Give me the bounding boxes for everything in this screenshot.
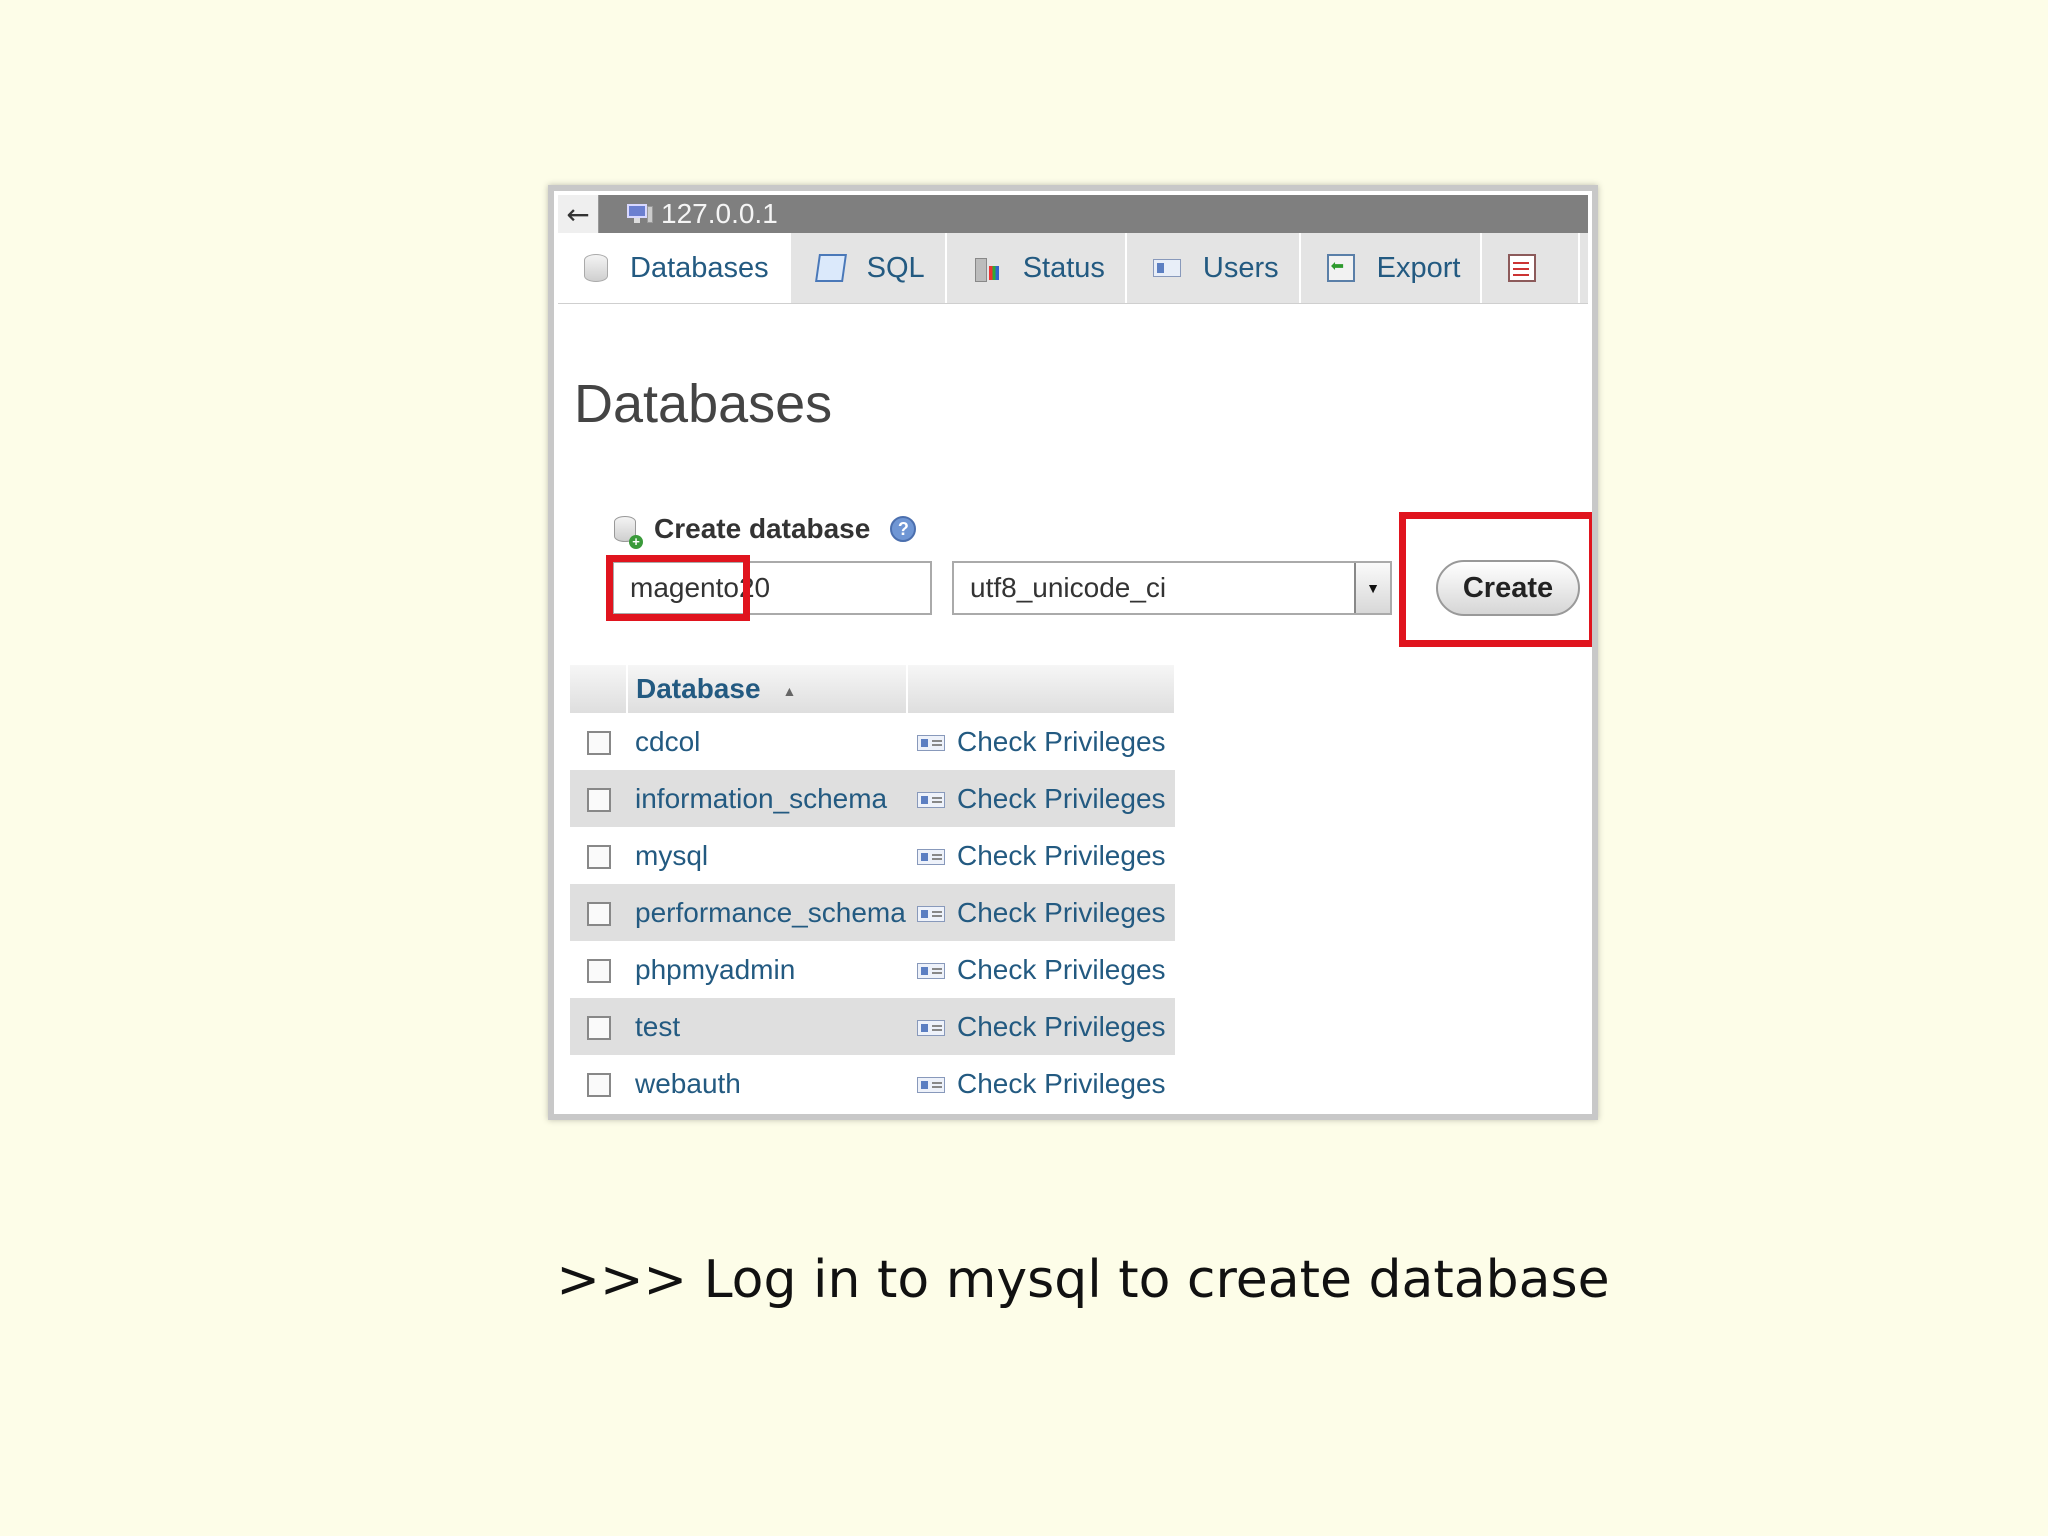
action-column-header [907, 665, 1176, 713]
database-name-link[interactable]: information_schema [627, 770, 907, 827]
create-database-header: Create database ? [614, 513, 917, 549]
check-privileges-link[interactable]: Check Privileges [907, 884, 1175, 941]
privileges-icon [917, 963, 945, 980]
tab-label: Users [1202, 251, 1279, 284]
export-icon [1326, 254, 1355, 282]
create-button[interactable]: Create [1436, 560, 1580, 616]
tab-sql[interactable]: SQL [791, 233, 947, 303]
check-privileges-link[interactable]: Check Privileges [907, 827, 1175, 884]
select-column-header [570, 665, 628, 713]
database-add-icon [614, 516, 643, 549]
sort-ascending-icon: ▲ [782, 682, 797, 699]
row-checkbox[interactable] [586, 1073, 611, 1098]
title-bar: ← 127.0.0.1 [558, 195, 1588, 233]
server-icon [627, 204, 653, 224]
row-checkbox[interactable] [586, 845, 611, 870]
slide-caption: >>> Log in to mysql to create database [556, 1250, 1610, 1310]
tab-label: Status [1022, 251, 1105, 284]
database-name-link[interactable]: test [627, 998, 907, 1055]
table-row: mysql Check Privileges [570, 827, 1175, 884]
table-row: information_schema Check Privileges [570, 770, 1175, 827]
tab-more[interactable] [1482, 233, 1581, 303]
privileges-icon [917, 792, 945, 809]
sql-icon [814, 254, 847, 282]
row-checkbox[interactable] [586, 1016, 611, 1041]
tab-export[interactable]: Export [1301, 233, 1483, 303]
tab-databases[interactable]: Databases [558, 233, 791, 303]
help-icon[interactable]: ? [890, 516, 917, 542]
dropdown-arrow-icon[interactable]: ▼ [1354, 563, 1390, 613]
database-column-header[interactable]: Database ▲ [627, 665, 908, 713]
table-row: webauth Check Privileges [570, 1055, 1175, 1112]
tab-label: Databases [630, 251, 769, 284]
collation-value: utf8_unicode_ci [970, 572, 1167, 603]
phpmyadmin-screenshot: ← 127.0.0.1 Databases SQL Status Users E… [548, 185, 1598, 1120]
check-privileges-link[interactable]: Check Privileges [907, 941, 1175, 998]
check-privileges-link[interactable]: Check Privileges [907, 713, 1175, 770]
privileges-icon [917, 849, 945, 866]
table-row: test Check Privileges [570, 998, 1175, 1055]
page-title: Databases [574, 374, 833, 434]
top-tabs: Databases SQL Status Users Export [558, 233, 1588, 304]
check-privileges-link[interactable]: Check Privileges [907, 1055, 1175, 1112]
tab-status[interactable]: Status [947, 233, 1127, 303]
row-checkbox[interactable] [586, 959, 611, 984]
privileges-icon [917, 735, 945, 752]
database-name-input[interactable] [612, 561, 932, 615]
database-name-link[interactable]: cdcol [627, 713, 907, 770]
create-database-label: Create database [654, 513, 871, 544]
server-name[interactable]: 127.0.0.1 [661, 198, 778, 230]
more-icon [1508, 254, 1537, 282]
users-icon [1152, 259, 1181, 277]
status-icon [973, 254, 1001, 282]
table-row: cdcol Check Privileges [570, 713, 1175, 770]
row-checkbox[interactable] [586, 902, 611, 927]
privileges-icon [917, 906, 945, 923]
database-name-link[interactable]: phpmyadmin [627, 941, 907, 998]
back-arrow-icon[interactable]: ← [558, 195, 599, 233]
tab-users[interactable]: Users [1127, 233, 1301, 303]
database-name-link[interactable]: mysql [627, 827, 907, 884]
table-row: performance_schema Check Privileges [570, 884, 1175, 941]
database-icon [584, 254, 608, 282]
database-name-link[interactable]: webauth [627, 1055, 907, 1112]
privileges-icon [917, 1077, 945, 1094]
tab-label: SQL [866, 251, 925, 284]
check-privileges-link[interactable]: Check Privileges [907, 770, 1175, 827]
privileges-icon [917, 1020, 945, 1037]
database-table: Database ▲ cdcol Check Privileges informa… [570, 665, 1176, 1112]
row-checkbox[interactable] [586, 731, 611, 756]
database-name-link[interactable]: performance_schema [627, 884, 907, 941]
tab-label: Export [1376, 251, 1461, 284]
collation-select[interactable]: utf8_unicode_ci ▼ [952, 561, 1392, 615]
row-checkbox[interactable] [586, 788, 611, 813]
table-row: phpmyadmin Check Privileges [570, 941, 1175, 998]
check-privileges-link[interactable]: Check Privileges [907, 998, 1175, 1055]
